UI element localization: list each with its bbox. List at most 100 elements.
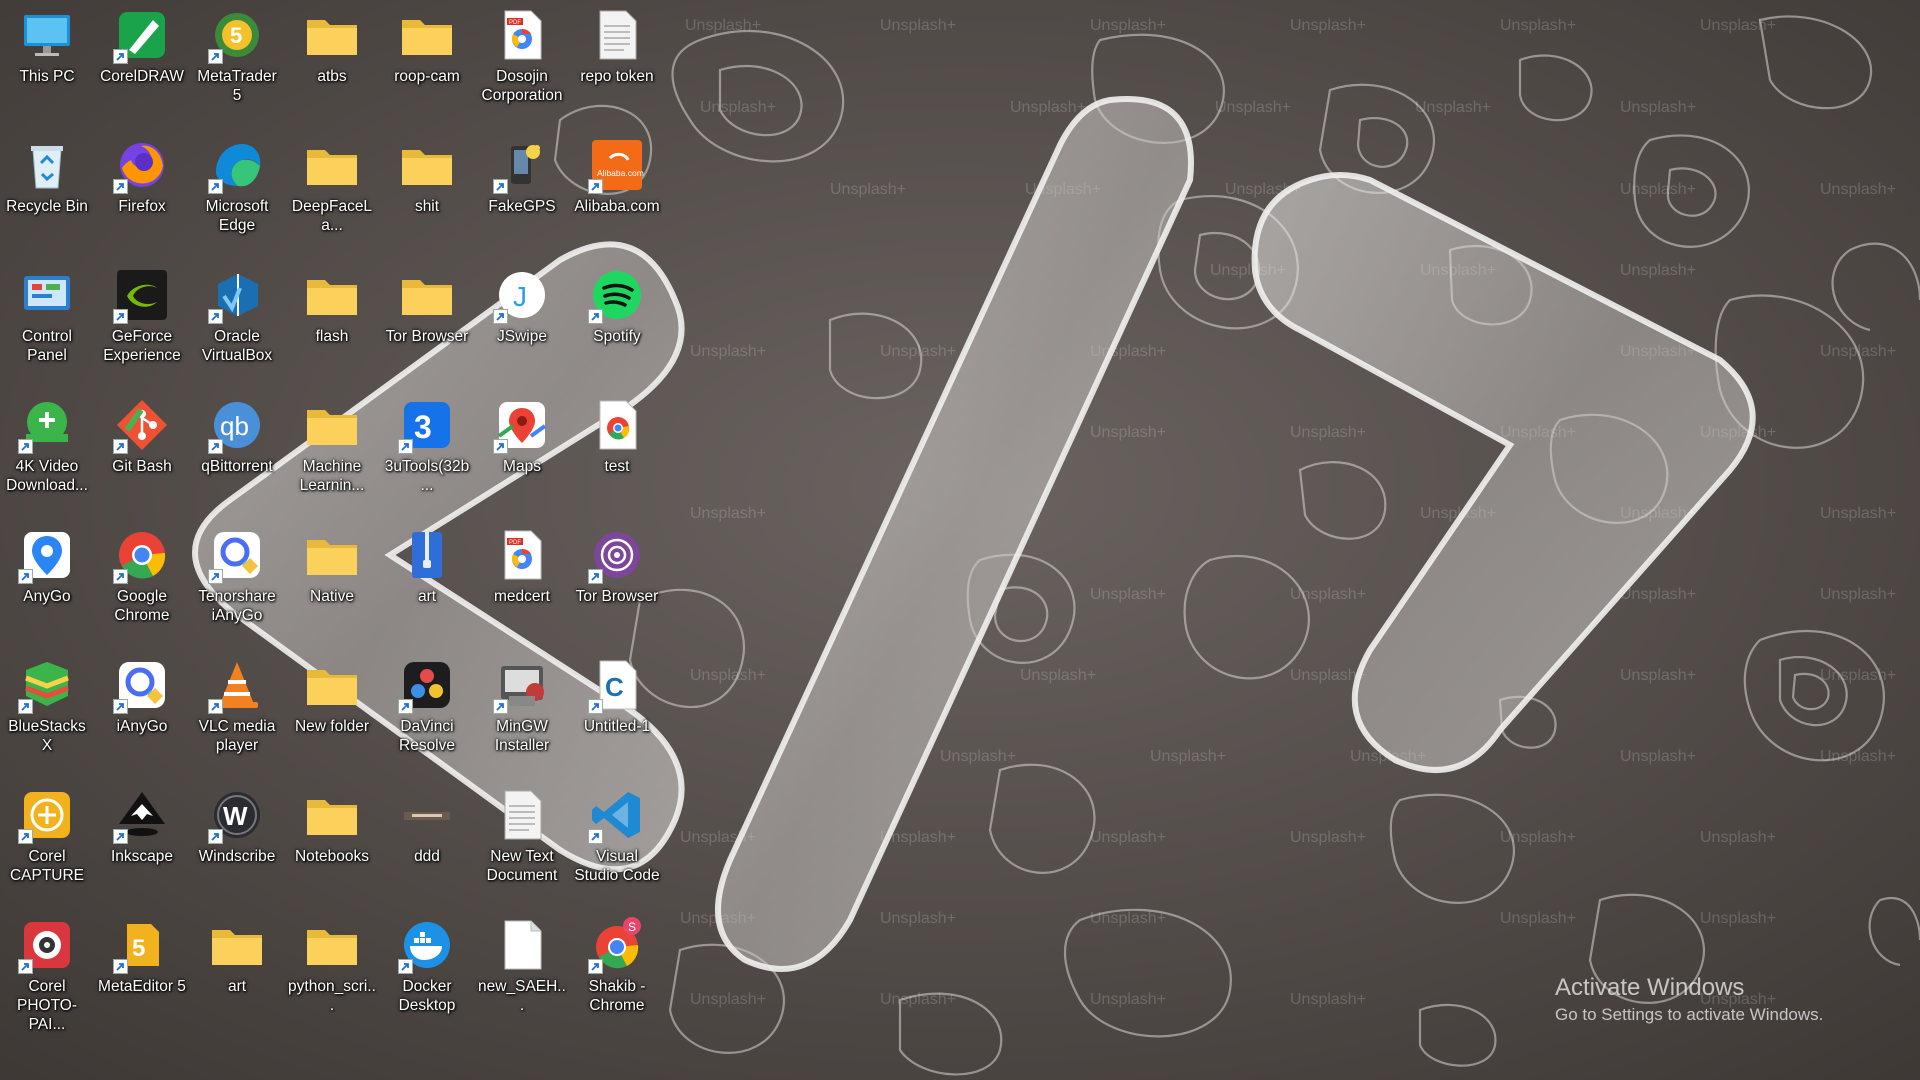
desktop-icon-label: python_scri... (288, 978, 376, 1014)
qbittorrent-icon: qb (208, 396, 266, 454)
svg-text:Unsplash+: Unsplash+ (1620, 99, 1696, 116)
desktop-icon-git-bash[interactable]: Git Bash (98, 392, 186, 512)
desktop-icon-metaeditor-5[interactable]: 5 MetaEditor 5 (98, 912, 186, 1032)
pdf-file-icon: PDF (493, 526, 551, 584)
desktop-icon-alibaba-com[interactable]: Alibaba.com Alibaba.com (573, 132, 661, 252)
desktop-icon-mingw-installer[interactable]: MinGW Installer (478, 652, 566, 772)
desktop-icon-windscribe[interactable]: W Windscribe (193, 782, 281, 902)
shortcut-arrow-icon (588, 569, 603, 584)
desktop-icon-control-panel[interactable]: Control Panel (3, 262, 91, 382)
desktop-icon-label: ddd (414, 848, 440, 865)
desktop-icon-firefox[interactable]: Firefox (98, 132, 186, 252)
desktop-icon-oracle-virtualbox[interactable]: Oracle VirtualBox (193, 262, 281, 382)
ianygo-icon (208, 526, 266, 584)
desktop-icon-roop-cam[interactable]: roop-cam (383, 2, 471, 122)
desktop-icon-davinci-resolve[interactable]: DaVinci Resolve (383, 652, 471, 772)
desktop-icon-new-folder[interactable]: New folder (288, 652, 376, 772)
mingw-icon (493, 656, 551, 714)
desktop-icon-label: CorelDRAW (100, 68, 184, 85)
desktop-icon-shit[interactable]: shit (383, 132, 471, 252)
desktop-icon-metatrader-5[interactable]: 5 MetaTrader 5 (193, 2, 281, 122)
svg-text:Unsplash+: Unsplash+ (1500, 910, 1576, 927)
desktop-icon-maps[interactable]: Maps (478, 392, 566, 512)
desktop-icon-tenorshare-ianygo[interactable]: Tenorshare iAnyGo (193, 522, 281, 642)
desktop-icon-spotify[interactable]: Spotify (573, 262, 661, 382)
desktop-icon-label: MetaTrader 5 (197, 68, 277, 104)
svg-text:Unsplash+: Unsplash+ (1820, 748, 1896, 765)
desktop-icon-flash[interactable]: flash (288, 262, 376, 382)
shortcut-arrow-icon (113, 569, 128, 584)
desktop-icon-docker-desktop[interactable]: Docker Desktop (383, 912, 471, 1032)
desktop-icon-recycle-bin[interactable]: Recycle Bin (3, 132, 91, 252)
inkscape-icon (113, 786, 171, 844)
desktop-icon-medcert[interactable]: PDF medcert (478, 522, 566, 642)
svg-text:3: 3 (414, 409, 432, 445)
svg-text:C: C (605, 672, 624, 702)
desktop-icon-machine-learnin[interactable]: Machine Learnin... (288, 392, 376, 512)
desktop-icon-art[interactable]: art (193, 912, 281, 1032)
desktop-icon-jswipe[interactable]: J JSwipe (478, 262, 566, 382)
svg-text:Unsplash+: Unsplash+ (940, 748, 1016, 765)
control-panel-icon (18, 266, 76, 324)
desktop-icon-this-pc[interactable]: This PC (3, 2, 91, 122)
desktop-icon-tor-browser[interactable]: Tor Browser (573, 522, 661, 642)
c-file-icon: C (588, 656, 646, 714)
metatrader-icon: 5 (208, 6, 266, 64)
svg-text:Unsplash+: Unsplash+ (1820, 181, 1896, 198)
tor-icon (588, 526, 646, 584)
desktop-icon-native[interactable]: Native (288, 522, 376, 642)
desktop-icon-inkscape[interactable]: Inkscape (98, 782, 186, 902)
text-file-icon (493, 786, 551, 844)
desktop-icon-label: GeForce Experience (103, 328, 181, 364)
desktop-icon-visual-studio-code[interactable]: Visual Studio Code (573, 782, 661, 902)
svg-text:Unsplash+: Unsplash+ (1700, 829, 1776, 846)
desktop-icon-corel-capture[interactable]: Corel CAPTURE (3, 782, 91, 902)
desktop-icon-art[interactable]: art (383, 522, 471, 642)
desktop-icon-anygo[interactable]: AnyGo (3, 522, 91, 642)
desktop-icon-atbs[interactable]: atbs (288, 2, 376, 122)
svg-text:W: W (223, 801, 248, 831)
desktop-icon-new-saeh[interactable]: new_SAEH... (478, 912, 566, 1032)
svg-text:Unsplash+: Unsplash+ (1290, 829, 1366, 846)
desktop-icon-python-scri[interactable]: python_scri... (288, 912, 376, 1032)
chrome-profile-icon: S (588, 916, 646, 974)
desktop-icon-3utools-32b[interactable]: 3 3uTools(32b... (383, 392, 471, 512)
desktop-icon-label: 3uTools(32b... (384, 458, 470, 494)
desktop-icon-new-text-document[interactable]: New Text Document (478, 782, 566, 902)
desktop-icon-notebooks[interactable]: Notebooks (288, 782, 376, 902)
blank-file-icon (493, 916, 551, 974)
svg-text:Unsplash+: Unsplash+ (1700, 910, 1776, 927)
shortcut-arrow-icon (113, 439, 128, 454)
desktop-icon-microsoft-edge[interactable]: Microsoft Edge (193, 132, 281, 252)
activate-windows-subtitle: Go to Settings to activate Windows. (1555, 1005, 1824, 1024)
svg-text:5: 5 (132, 935, 145, 962)
desktop-icon-tor-browser[interactable]: Tor Browser (383, 262, 471, 382)
desktop-icon-repo-token[interactable]: repo token (573, 2, 661, 122)
desktop-icon-4k-video-download[interactable]: 4K Video Download... (3, 392, 91, 512)
desktop-icon-google-chrome[interactable]: Google Chrome (98, 522, 186, 642)
shortcut-arrow-icon (208, 309, 223, 324)
desktop-icon-ianygo[interactable]: iAnyGo (98, 652, 186, 772)
desktop-icon-coreldraw[interactable]: CorelDRAW (98, 2, 186, 122)
desktop-icon-vlc-media-player[interactable]: VLC media player (193, 652, 281, 772)
desktop-icon-test[interactable]: test (573, 392, 661, 512)
desktop-icon-ddd[interactable]: ddd (383, 782, 471, 902)
folder-icon (208, 916, 266, 974)
svg-text:Unsplash+: Unsplash+ (1150, 748, 1226, 765)
desktop-icon-untitled-1[interactable]: C Untitled-1 (573, 652, 661, 772)
desktop-icon-qbittorrent[interactable]: qb qBittorrent (193, 392, 281, 512)
desktop-icon-label: repo token (580, 68, 654, 85)
desktop-icon-label: Google Chrome (114, 588, 170, 624)
shortcut-arrow-icon (113, 699, 128, 714)
desktop-icon-bluestacks-x[interactable]: BlueStacks X (3, 652, 91, 772)
chrome-icon (113, 526, 171, 584)
recycle-bin-icon (18, 136, 76, 194)
desktop-icon-corel-photo-pai[interactable]: Corel PHOTO-PAI... (3, 912, 91, 1033)
desktop-icon-geforce-experience[interactable]: GeForce Experience (98, 262, 186, 382)
zip-icon (398, 526, 456, 584)
desktop-icon-label: test (604, 458, 630, 475)
desktop-icon-fakegps[interactable]: FakeGPS (478, 132, 566, 252)
desktop-icon-shakib-chrome[interactable]: S Shakib - Chrome (573, 912, 661, 1032)
desktop-icon-dosojin-corporation[interactable]: PDF Dosojin Corporation (478, 2, 566, 122)
desktop-icon-deepfacela[interactable]: DeepFaceLa... (288, 132, 376, 252)
